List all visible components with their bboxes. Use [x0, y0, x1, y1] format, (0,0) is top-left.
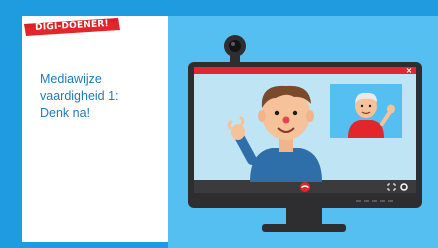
caller-neck [279, 138, 293, 152]
caller-hand [231, 124, 245, 140]
webcam-glint [231, 42, 235, 46]
call-window-titlebar [194, 67, 416, 74]
self-eye-left [360, 104, 364, 108]
illustration [24, 18, 422, 232]
self-eye-right [368, 104, 372, 108]
lesson-title: Mediawijze vaardigheid 1: Denk na! [40, 72, 119, 120]
digi-doener-badge: DIGI-DOENER! [24, 18, 120, 34]
caller-eye-right [292, 110, 298, 116]
caller-nose [282, 116, 290, 124]
caller-shirt [250, 148, 322, 182]
webcam-icon [224, 35, 246, 66]
monitor-base [262, 224, 346, 232]
caller-ear-right [306, 110, 314, 122]
webcam-lens [229, 40, 241, 52]
badge-label: DIGI-DOENER! [34, 19, 110, 33]
caller-ear-left [258, 110, 266, 122]
caller-eye-left [274, 110, 280, 116]
phone-hangup-icon[interactable] [300, 182, 310, 192]
monitor-neck [286, 208, 322, 226]
self-hand [387, 104, 395, 114]
